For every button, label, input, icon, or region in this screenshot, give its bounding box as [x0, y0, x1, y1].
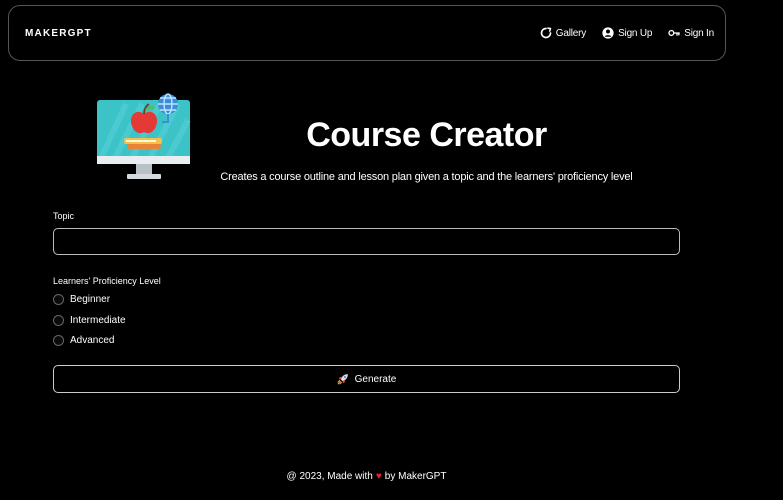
nav-link-gallery[interactable]: Gallery	[540, 27, 586, 39]
footer: @ 2023, Made with ♥ by MakerGPT	[0, 471, 733, 482]
nav-link-gallery-label: Gallery	[555, 27, 587, 39]
radio-button[interactable]	[53, 335, 64, 346]
refresh-icon	[540, 27, 552, 39]
radio-intermediate[interactable]: Intermediate	[53, 315, 126, 326]
generate-button[interactable]: Generate	[53, 365, 680, 393]
footer-suffix: by MakerGPT	[384, 471, 447, 482]
radio-advanced-label: Advanced	[70, 335, 115, 346]
radio-beginner[interactable]: Beginner	[53, 294, 110, 305]
nav-link-sign-in[interactable]: Sign In	[668, 27, 714, 39]
brand-logo[interactable]: MAKERGPT	[25, 28, 92, 39]
nav-link-sign-in-label: Sign In	[684, 27, 714, 39]
radio-intermediate-label: Intermediate	[70, 315, 126, 326]
nav-link-sign-up-label: Sign Up	[618, 27, 653, 39]
radio-button[interactable]	[53, 294, 64, 305]
footer-prefix: @ 2023, Made with	[286, 471, 373, 482]
proficiency-level-label: Learners' Proficiency Level	[53, 276, 161, 286]
user-icon	[602, 27, 614, 39]
navbar: MAKERGPT Gallery Sign Up Sign In	[8, 5, 726, 61]
radio-beginner-label: Beginner	[70, 294, 111, 305]
heart-icon: ♥	[375, 471, 382, 482]
topic-input[interactable]	[53, 228, 680, 255]
nav-links: Gallery Sign Up Sign In	[540, 27, 714, 39]
page-subtitle: Creates a course outline and lesson plan…	[220, 171, 633, 183]
radio-advanced[interactable]: Advanced	[53, 335, 114, 346]
nav-link-sign-up[interactable]: Sign Up	[602, 27, 652, 39]
generate-button-label: Generate	[354, 373, 397, 385]
rocket-icon	[337, 374, 348, 385]
radio-button[interactable]	[53, 315, 64, 326]
key-icon	[668, 29, 681, 37]
topic-label: Topic	[53, 211, 75, 221]
page-title: Course Creator	[306, 116, 547, 154]
